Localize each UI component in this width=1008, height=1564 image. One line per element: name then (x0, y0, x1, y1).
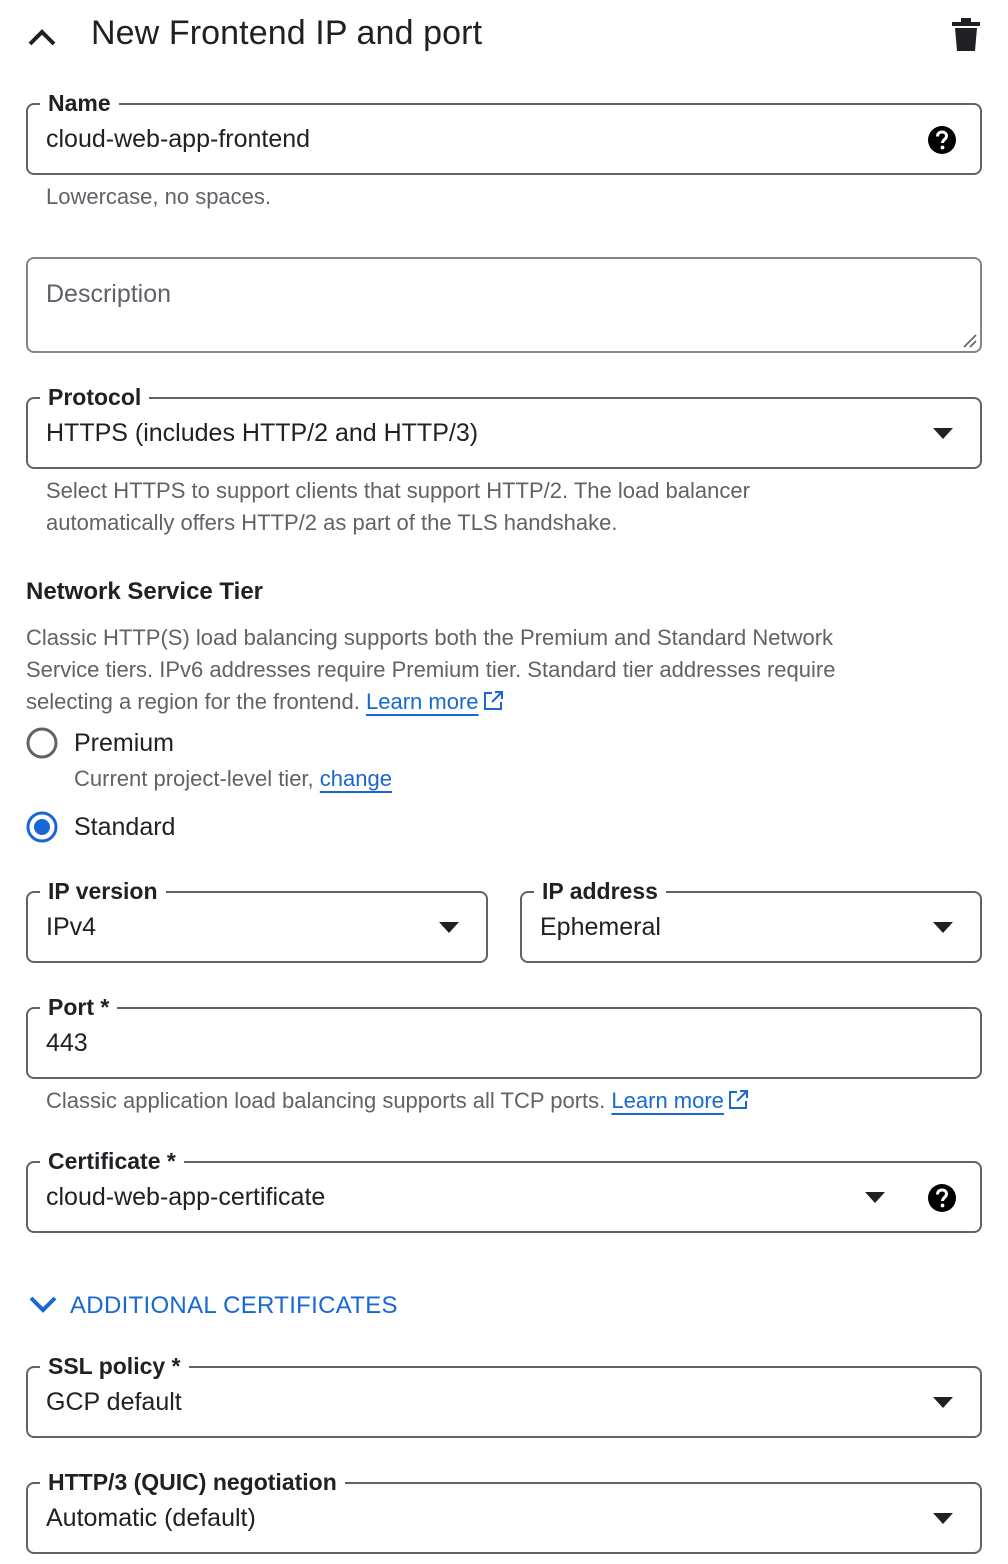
quic-value: Automatic (default) (46, 1504, 256, 1532)
additional-certificates-toggle[interactable]: ADDITIONAL CERTIFICATES (28, 1290, 398, 1322)
port-label: Port * (40, 992, 118, 1022)
help-circle-icon[interactable] (927, 125, 957, 155)
protocol-select[interactable]: Protocol HTTPS (includes HTTP/2 and HTTP… (26, 382, 982, 469)
help-circle-icon[interactable] (927, 1183, 957, 1213)
port-value[interactable]: 443 (46, 1028, 88, 1058)
certificate-label: Certificate * (40, 1146, 184, 1176)
certificate-value: cloud-web-app-certificate (46, 1183, 326, 1211)
ip-version-label: IP version (40, 876, 166, 906)
protocol-value: HTTPS (includes HTTP/2 and HTTP/3) (46, 419, 479, 447)
dropdown-arrow-icon[interactable] (933, 1513, 953, 1524)
protocol-hint-line2: automatically offers HTTP/2 as part of t… (46, 510, 618, 535)
frontend-config-panel: New Frontend IP and port Name cloud-web-… (0, 0, 1008, 1564)
radio-premium[interactable] (26, 727, 58, 759)
certificate-select[interactable]: Certificate * cloud-web-app-certificate (26, 1146, 982, 1233)
network-tier-description: Classic HTTP(S) load balancing supports … (26, 622, 966, 718)
protocol-hint-line1: Select HTTPS to support clients that sup… (46, 478, 750, 503)
network-tier-desc-line3: selecting a region for the frontend. Lea… (26, 686, 966, 718)
port-hint: Classic application load balancing suppo… (46, 1085, 748, 1117)
chevron-up-icon[interactable] (26, 22, 58, 50)
ip-version-select[interactable]: IP version IPv4 (26, 876, 488, 963)
dropdown-arrow-icon[interactable] (865, 1192, 885, 1203)
premium-sub-label: Current project-level tier, (74, 766, 314, 791)
description-placeholder: Description (46, 280, 172, 308)
port-learn-more-link[interactable]: Learn more (611, 1088, 724, 1113)
ip-address-value: Ephemeral (540, 913, 661, 941)
quic-label: HTTP/3 (QUIC) negotiation (40, 1467, 345, 1497)
learn-more-link[interactable]: Learn more (366, 689, 479, 714)
trash-icon[interactable] (952, 18, 980, 52)
ip-address-select[interactable]: IP address Ephemeral (520, 876, 982, 963)
name-label: Name (40, 88, 119, 118)
dropdown-arrow-icon[interactable] (933, 1397, 953, 1408)
panel-title: New Frontend IP and port (91, 14, 483, 52)
port-hint-text: Classic application load balancing suppo… (46, 1088, 606, 1113)
change-tier-link[interactable]: change (320, 766, 392, 791)
ssl-policy-select[interactable]: SSL policy * GCP default (26, 1351, 982, 1438)
dropdown-arrow-icon[interactable] (933, 428, 953, 439)
protocol-label: Protocol (40, 382, 150, 412)
network-tier-desc-text: selecting a region for the frontend. (26, 689, 360, 714)
network-tier-desc-line2: Service tiers. IPv6 addresses require Pr… (26, 657, 836, 682)
radio-standard[interactable] (26, 811, 58, 843)
chevron-down-icon (28, 1294, 58, 1319)
description-field[interactable]: Description (26, 257, 982, 353)
name-hint: Lowercase, no spaces. (46, 184, 272, 209)
network-tier-title: Network Service Tier (26, 578, 264, 605)
ssl-policy-value: GCP default (46, 1388, 182, 1416)
ip-version-value: IPv4 (46, 913, 97, 941)
quic-negotiation-select[interactable]: HTTP/3 (QUIC) negotiation Automatic (def… (26, 1467, 982, 1554)
ip-address-label: IP address (534, 876, 666, 906)
open-in-new-icon[interactable] (483, 688, 503, 710)
dropdown-arrow-icon[interactable] (933, 922, 953, 933)
resize-handle-icon[interactable] (959, 330, 977, 348)
panel-header: New Frontend IP and port (0, 0, 1008, 72)
name-value[interactable]: cloud-web-app-frontend (46, 124, 310, 154)
name-field[interactable]: Name cloud-web-app-frontend (26, 88, 982, 175)
radio-premium-label[interactable]: Premium (74, 728, 174, 758)
network-tier-desc-line1: Classic HTTP(S) load balancing supports … (26, 625, 834, 650)
additional-certificates-label: ADDITIONAL CERTIFICATES (70, 1292, 398, 1319)
premium-sub-text: Current project-level tier, change (74, 763, 392, 795)
ssl-policy-label: SSL policy * (40, 1351, 189, 1381)
port-field[interactable]: Port * 443 (26, 992, 982, 1079)
radio-standard-label[interactable]: Standard (74, 812, 175, 842)
dropdown-arrow-icon[interactable] (439, 922, 459, 933)
open-in-new-icon[interactable] (728, 1087, 748, 1109)
